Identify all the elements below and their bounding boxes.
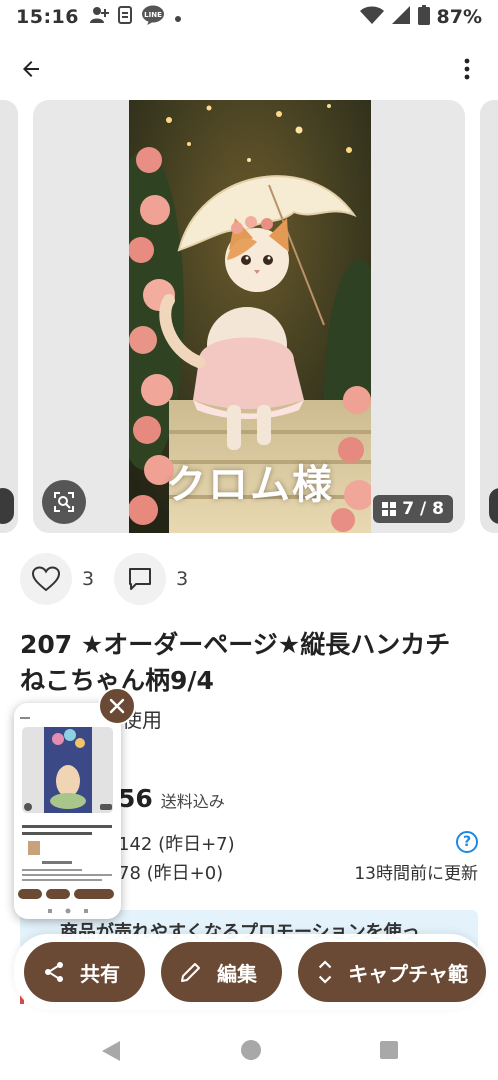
product-title: 207 ★オーダーページ★縦長ハンカチ ねこちゃん柄9/4	[20, 630, 476, 695]
battery-level: 87%	[436, 6, 482, 28]
comment-icon	[129, 568, 152, 590]
more-vert-icon	[464, 58, 470, 80]
dot-icon	[174, 6, 182, 28]
capture-label: キャプチャ範	[348, 961, 468, 986]
capture-more-button[interactable]: キャプチャ範	[298, 942, 486, 1002]
edit-button[interactable]: 編集	[161, 942, 282, 1002]
svg-text:LINE: LINE	[144, 11, 162, 19]
comment-count: 3	[176, 568, 189, 590]
grid-icon	[382, 502, 397, 516]
prev-card-badge	[0, 488, 14, 524]
product-photo[interactable]: クロム様	[129, 100, 371, 533]
nav-recents-button[interactable]	[380, 1041, 398, 1059]
arrow-left-icon	[23, 61, 39, 77]
nav-back-button[interactable]	[101, 1040, 121, 1066]
screenshot-action-bar: 共有 編集 キャプチャ範	[24, 942, 486, 1002]
prev-image-card[interactable]	[0, 100, 18, 533]
updated-time: 13時間前に更新	[354, 864, 478, 884]
likes-stat: 78 (昨日+0)	[118, 863, 224, 884]
wifi-icon	[359, 5, 384, 30]
like-count: 3	[82, 568, 95, 590]
system-nav-bar	[0, 1020, 498, 1080]
edit-label: 編集	[217, 961, 257, 986]
lens-search-button[interactable]	[42, 480, 86, 524]
like-button[interactable]	[20, 553, 72, 605]
status-bar: 15:16 LINE 87%	[0, 0, 498, 34]
product-price: 56	[118, 784, 153, 813]
signal-icon	[391, 5, 411, 30]
close-icon	[109, 698, 125, 714]
heart-icon	[32, 566, 60, 592]
sim-icon	[117, 5, 132, 29]
current-image-card[interactable]: クロム様 7 / 8	[33, 100, 465, 533]
share-button[interactable]: 共有	[24, 942, 145, 1002]
price-row: 56 送料込み	[118, 784, 225, 813]
person-add-icon	[89, 6, 109, 29]
screenshot-thumbnail[interactable]	[14, 703, 121, 919]
line-icon: LINE	[141, 4, 165, 31]
reactions-row: 3 3	[20, 553, 208, 605]
pencil-icon	[181, 963, 200, 982]
battery-icon	[417, 4, 430, 30]
next-image-card[interactable]	[480, 100, 498, 533]
dismiss-thumbnail-button[interactable]	[98, 687, 136, 725]
share-label: 共有	[80, 961, 120, 986]
image-carousel[interactable]: クロム様 7 / 8	[0, 100, 498, 533]
triangle-back-icon	[102, 1041, 120, 1061]
lens-icon	[54, 492, 74, 512]
expand-vertical-icon	[318, 960, 332, 984]
views-stat: 142 (昨日+7)	[118, 834, 235, 855]
back-button[interactable]	[14, 52, 48, 86]
watermark-text: クロム様	[166, 462, 334, 508]
status-time: 15:16	[16, 6, 79, 28]
image-counter-text: 7 / 8	[402, 499, 444, 519]
help-icon[interactable]: ?	[456, 831, 478, 853]
next-card-badge	[489, 488, 498, 524]
comment-button[interactable]	[114, 553, 167, 605]
app-bar	[0, 44, 498, 92]
nav-home-button[interactable]	[241, 1040, 261, 1060]
status-icons: LINE	[89, 4, 182, 31]
image-counter[interactable]: 7 / 8	[373, 495, 453, 523]
shipping-note: 送料込み	[160, 792, 225, 811]
share-icon	[45, 962, 63, 982]
more-options-button[interactable]	[450, 52, 484, 86]
